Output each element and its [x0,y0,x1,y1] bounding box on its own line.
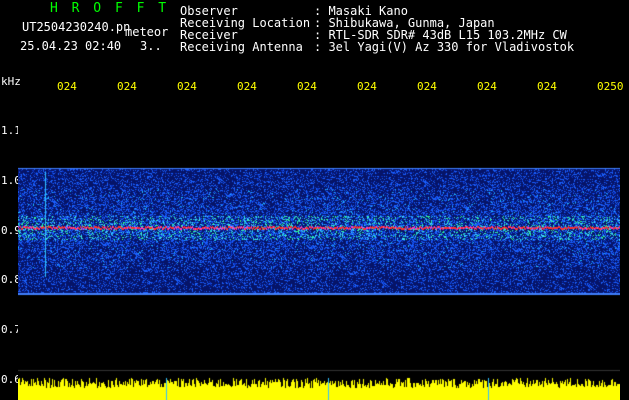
file-name: UT2504230240.pn [22,20,131,34]
time-tick-label: 0250 [597,80,624,93]
antenna-value: : 3el Yagi(V) Az 330 for Vladivostok [314,40,575,54]
date-time: 25.04.23 02:40 [20,39,122,53]
time-tick-label: 024 [297,80,317,93]
time-tick-label: 024 [57,80,77,93]
file-suffix: meteor [125,25,169,39]
antenna-label: Receiving Antenna [180,40,303,54]
time-tick-label: 024 [477,80,497,93]
time-tick-label: 024 [117,80,137,93]
counter: 3.. [140,39,162,53]
time-tick-label: 024 [357,80,377,93]
time-tick-label: 024 [417,80,437,93]
spectrogram [18,100,620,400]
app-title: H R O F F T [50,1,170,16]
time-tick-label: 024 [537,80,557,93]
time-tick-label: 024 [237,80,257,93]
y-axis-unit: kHz [1,75,21,88]
time-tick-label: 024 [177,80,197,93]
